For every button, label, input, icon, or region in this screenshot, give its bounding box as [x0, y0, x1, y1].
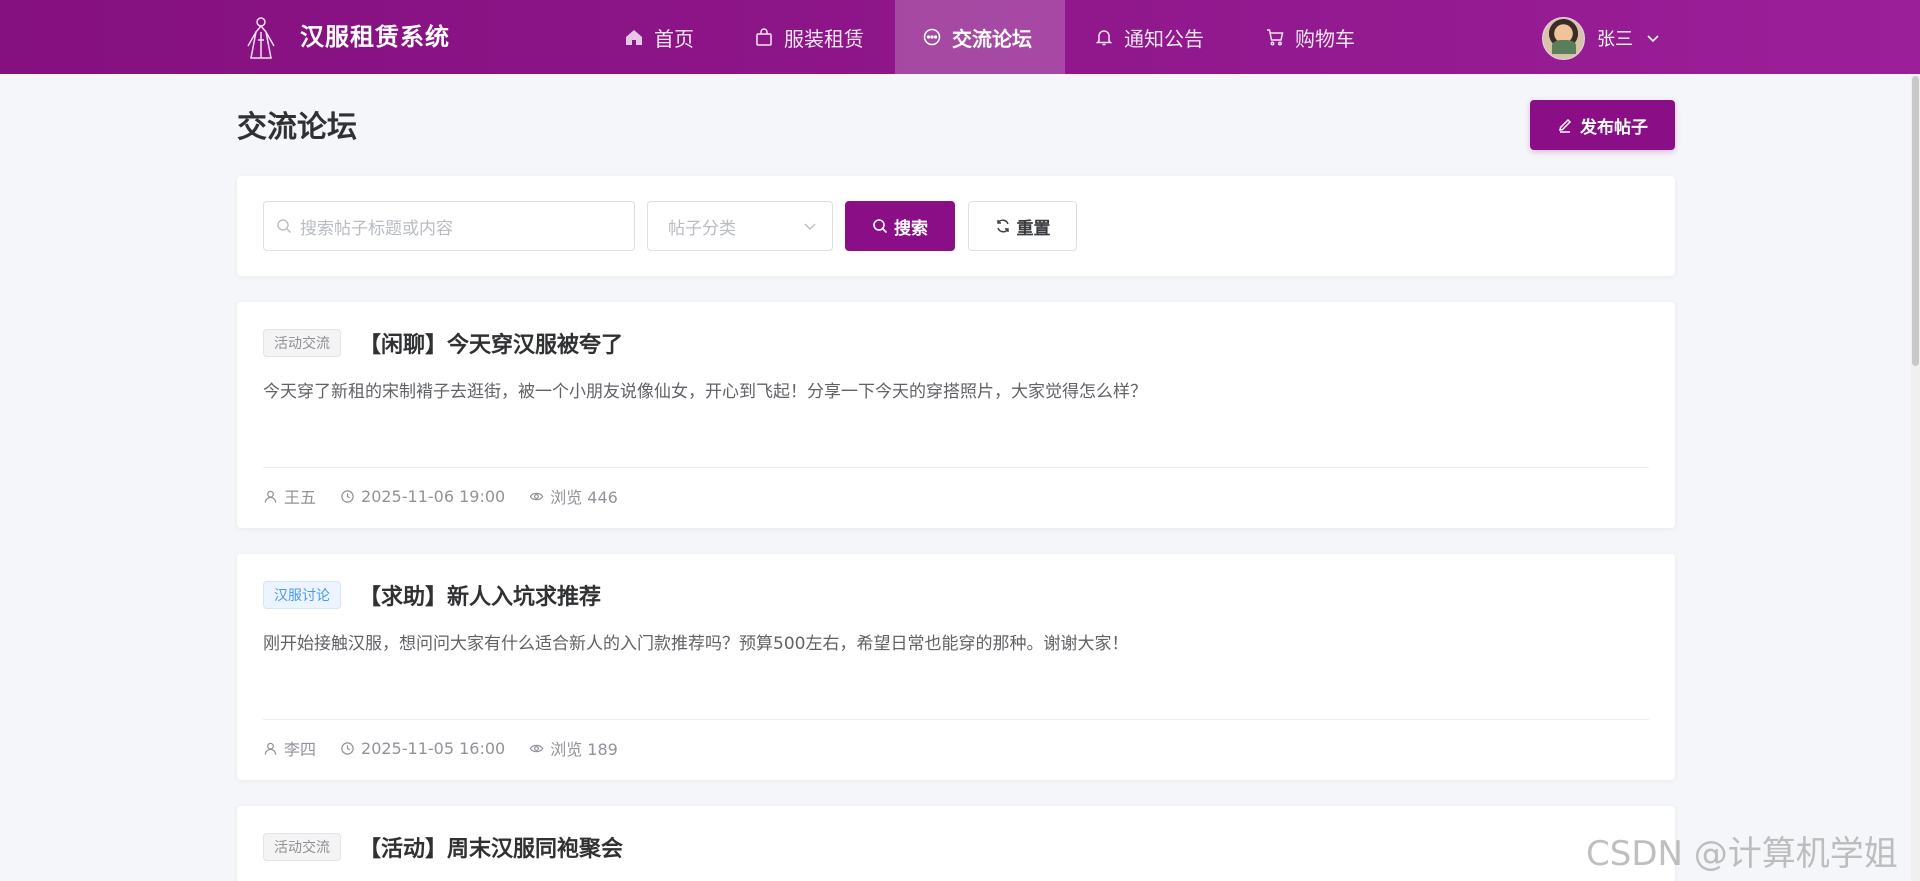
top-navbar: 汉服租赁系统 首页 服装租赁 交流论坛 通知公告 购物车 张三 — [0, 0, 1920, 74]
post-excerpt: 今天穿了新租的宋制褙子去逛街，被一个小朋友说像仙女，开心到飞起！分享一下今天的穿… — [263, 382, 1147, 402]
search-icon — [277, 219, 291, 233]
post-time-text: 2025-11-06 19:00 — [361, 486, 506, 506]
nav-forum[interactable]: 交流论坛 — [895, 0, 1065, 74]
divider — [263, 719, 1649, 720]
post-category-tag: 活动交流 — [263, 329, 341, 357]
post-views-text: 浏览 189 — [550, 740, 618, 759]
post-author: 李四 — [263, 736, 316, 760]
nav-notices-label: 通知公告 — [1124, 26, 1204, 51]
category-placeholder: 帖子分类 — [668, 218, 736, 239]
post-card[interactable]: 活动交流 【活动】周末汉服同袍聚会 — [237, 806, 1675, 881]
post-time: 2025-11-05 16:00 — [340, 739, 505, 758]
home-icon — [626, 30, 642, 45]
publish-post-button[interactable]: 发布帖子 — [1530, 100, 1675, 150]
avatar[interactable] — [1542, 16, 1585, 60]
post-author: 王五 — [263, 484, 316, 508]
cart-icon — [1267, 29, 1284, 46]
edit-icon — [1559, 118, 1572, 133]
search-placeholder: 搜索帖子标题或内容 — [300, 218, 453, 239]
eye-icon — [529, 744, 544, 752]
post-header: 活动交流 【活动】周末汉服同袍聚会 — [263, 831, 623, 863]
nav-clothing-rental[interactable]: 服装租赁 — [727, 0, 891, 74]
post-excerpt: 刚开始接触汉服，想问问大家有什么适合新人的入门款推荐吗？预算500左右，希望日常… — [263, 634, 1129, 654]
reset-button-label: 重置 — [1016, 218, 1051, 239]
post-card[interactable]: 活动交流 【闲聊】今天穿汉服被夸了 今天穿了新租的宋制褙子去逛街，被一个小朋友说… — [237, 302, 1675, 528]
page-title: 交流论坛 — [237, 110, 357, 145]
post-time: 2025-11-06 19:00 — [340, 487, 505, 506]
hanfu-logo-icon — [247, 17, 275, 59]
post-views-text: 浏览 446 — [550, 488, 618, 507]
nav-home-label: 首页 — [654, 26, 694, 51]
chevron-down-icon — [1647, 35, 1659, 43]
post-meta: 王五 2025-11-06 19:00 浏览 446 — [263, 484, 618, 508]
nav-home[interactable]: 首页 — [597, 0, 721, 74]
category-select[interactable]: 帖子分类 — [647, 201, 833, 251]
post-time-text: 2025-11-05 16:00 — [361, 738, 506, 758]
clock-icon — [341, 489, 354, 503]
publish-post-label: 发布帖子 — [1580, 117, 1648, 138]
post-card[interactable]: 汉服讨论 【求助】新人入坑求推荐 刚开始接触汉服，想问问大家有什么适合新人的入门… — [237, 554, 1675, 780]
search-button[interactable]: 搜索 — [845, 201, 955, 251]
search-icon — [873, 219, 888, 234]
post-category-tag: 汉服讨论 — [263, 581, 341, 609]
nav-notices[interactable]: 通知公告 — [1067, 0, 1231, 74]
post-header: 活动交流 【闲聊】今天穿汉服被夸了 — [263, 327, 623, 359]
nav-cart-label: 购物车 — [1295, 26, 1355, 51]
clock-icon — [341, 741, 354, 755]
user-menu[interactable]: 张三 — [1542, 16, 1661, 60]
reset-button[interactable]: 重置 — [968, 201, 1077, 251]
post-header: 汉服讨论 【求助】新人入坑求推荐 — [263, 579, 601, 611]
post-views: 浏览 446 — [529, 484, 618, 508]
refresh-icon — [996, 219, 1009, 233]
app-title[interactable]: 汉服租赁系统 — [300, 22, 450, 52]
post-category-tag: 活动交流 — [263, 833, 341, 861]
search-button-label: 搜索 — [894, 218, 928, 239]
chevron-down-icon — [804, 223, 816, 230]
filter-bar: 搜索帖子标题或内容 帖子分类 搜索 重置 — [237, 176, 1675, 276]
nav-clothing-rental-label: 服装租赁 — [784, 26, 864, 51]
post-meta: 李四 2025-11-05 16:00 浏览 189 — [263, 736, 618, 760]
divider — [263, 467, 1649, 468]
bell-icon — [1095, 30, 1113, 46]
eye-icon — [529, 492, 544, 500]
search-input[interactable]: 搜索帖子标题或内容 — [263, 201, 635, 251]
nav-cart[interactable]: 购物车 — [1238, 0, 1382, 74]
chat-icon — [923, 28, 941, 46]
user-name: 张三 — [1597, 29, 1633, 50]
nav-forum-label: 交流论坛 — [952, 26, 1032, 51]
post-author-name: 李四 — [284, 740, 317, 759]
watermark: CSDN @计算机学姐 — [1586, 834, 1898, 874]
bag-icon — [756, 28, 772, 46]
post-views: 浏览 189 — [529, 736, 618, 760]
user-icon — [264, 742, 277, 755]
post-title[interactable]: 【闲聊】今天穿汉服被夸了 — [359, 327, 623, 359]
post-title[interactable]: 【活动】周末汉服同袍聚会 — [359, 831, 623, 863]
post-author-name: 王五 — [284, 488, 317, 507]
user-icon — [264, 490, 277, 503]
post-title[interactable]: 【求助】新人入坑求推荐 — [359, 579, 601, 611]
scrollbar-thumb[interactable] — [1912, 76, 1919, 366]
